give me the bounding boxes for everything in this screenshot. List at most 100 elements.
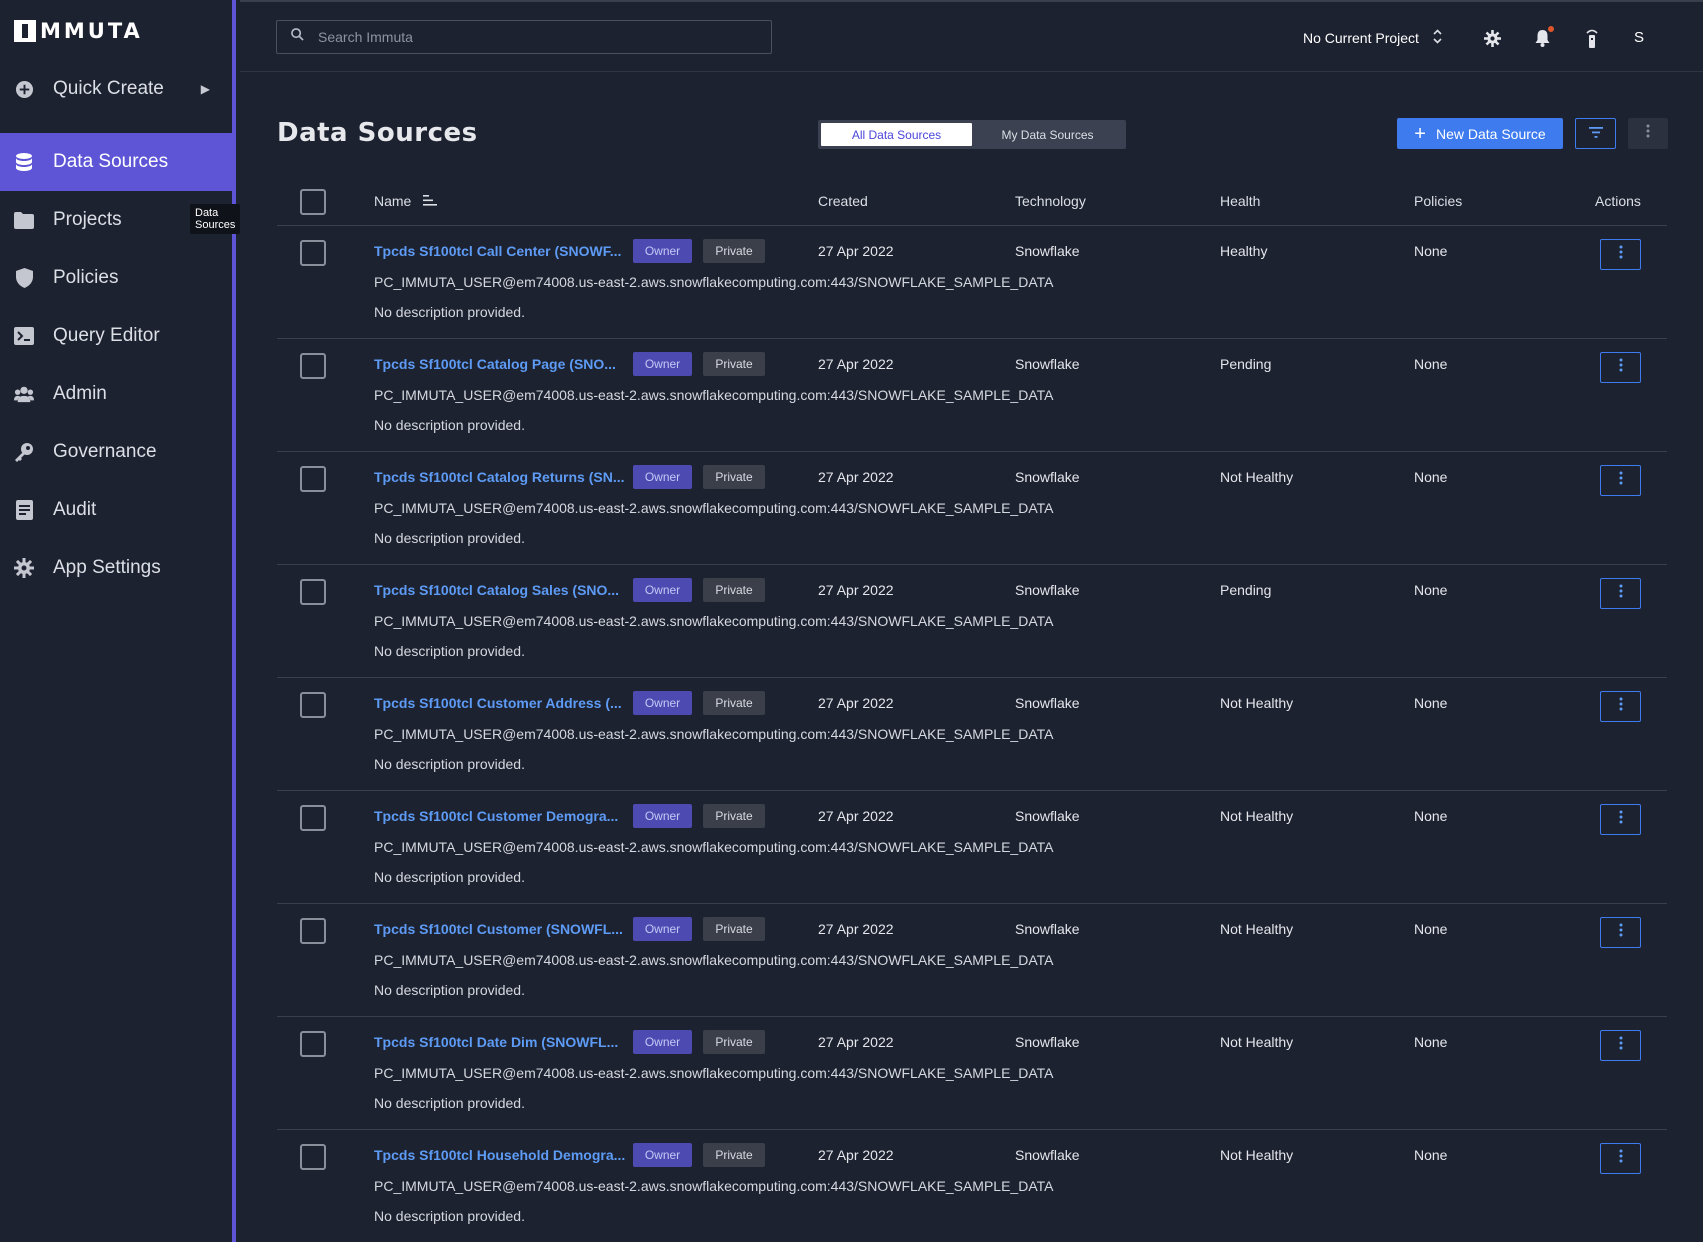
data-source-name-link[interactable]: Tpcds Sf100tcl Catalog Sales (SNO... <box>374 582 619 598</box>
table-row: Tpcds Sf100tcl Catalog Returns (SN... Ow… <box>277 452 1667 565</box>
sidebar-item-label: App Settings <box>53 557 161 578</box>
connection-string: PC_IMMUTA_USER@em74008.us-east-2.aws.sno… <box>374 274 1054 290</box>
owner-badge: Owner <box>633 578 692 602</box>
connection-string: PC_IMMUTA_USER@em74008.us-east-2.aws.sno… <box>374 387 1054 403</box>
description-text: No description provided. <box>374 530 525 546</box>
row-actions-button[interactable] <box>1600 352 1641 383</box>
technology-value: Snowflake <box>1015 921 1080 937</box>
row-checkbox[interactable] <box>300 579 326 605</box>
sidebar-item-label: Data Sources <box>53 151 169 172</box>
vertical-dots-icon <box>1646 124 1650 143</box>
row-actions-button[interactable] <box>1600 1030 1641 1061</box>
health-status: Not Healthy <box>1220 921 1294 937</box>
column-header-created[interactable]: Created <box>818 193 868 209</box>
policies-value: None <box>1414 356 1448 372</box>
users-icon <box>14 384 34 404</box>
row-checkbox[interactable] <box>300 805 326 831</box>
owner-badge: Owner <box>633 1030 692 1054</box>
policies-value: None <box>1414 1034 1448 1050</box>
terminal-icon <box>14 326 34 346</box>
row-checkbox[interactable] <box>300 918 326 944</box>
created-date: 27 Apr 2022 <box>818 1034 894 1050</box>
table-row: Tpcds Sf100tcl Customer Demogra... Owner… <box>277 791 1667 904</box>
search-box[interactable] <box>276 20 772 54</box>
notification-badge <box>1548 26 1554 32</box>
created-date: 27 Apr 2022 <box>818 582 894 598</box>
column-header-technology[interactable]: Technology <box>1015 193 1086 209</box>
database-icon <box>14 152 34 172</box>
sidebar-item-label: Policies <box>53 267 119 288</box>
sidebar-item-query-editor[interactable]: Query Editor <box>0 307 236 365</box>
visibility-badge: Private <box>703 917 765 941</box>
data-source-name-link[interactable]: Tpcds Sf100tcl Catalog Returns (SN... <box>374 469 625 485</box>
owner-badge: Owner <box>633 239 692 263</box>
row-checkbox[interactable] <box>300 353 326 379</box>
row-actions-button[interactable] <box>1600 917 1641 948</box>
search-input[interactable] <box>318 29 758 45</box>
more-options-button[interactable] <box>1628 118 1668 149</box>
settings-gear-icon[interactable] <box>1482 28 1502 48</box>
data-source-name-link[interactable]: Tpcds Sf100tcl Customer (SNOWFL... <box>374 921 623 937</box>
table-row: Tpcds Sf100tcl Call Center (SNOWF... Own… <box>277 226 1667 339</box>
data-source-name-link[interactable]: Tpcds Sf100tcl Customer Demogra... <box>374 808 618 824</box>
select-all-checkbox[interactable] <box>300 189 326 215</box>
row-actions-button[interactable] <box>1600 239 1641 270</box>
data-source-name-link[interactable]: Tpcds Sf100tcl Call Center (SNOWF... <box>374 243 621 259</box>
technology-value: Snowflake <box>1015 469 1080 485</box>
sidebar-item-audit[interactable]: Audit <box>0 481 236 539</box>
immuta-logo[interactable]: MMUTA <box>14 18 143 44</box>
sidebar-item-admin[interactable]: Admin <box>0 365 236 423</box>
technology-value: Snowflake <box>1015 356 1080 372</box>
policies-value: None <box>1414 695 1448 711</box>
column-header-name[interactable]: Name <box>374 193 438 209</box>
notification-bell-icon[interactable] <box>1532 26 1554 48</box>
description-text: No description provided. <box>374 756 525 772</box>
policies-value: None <box>1414 1147 1448 1163</box>
project-label: No Current Project <box>1303 30 1419 46</box>
user-avatar[interactable]: S <box>1634 29 1644 46</box>
chevron-right-icon: ▶ <box>200 82 210 96</box>
row-actions-button[interactable] <box>1600 691 1641 722</box>
sidebar-item-data-sources[interactable]: Data Sources <box>0 133 232 191</box>
column-header-health[interactable]: Health <box>1220 193 1260 209</box>
sidebar-item-policies[interactable]: Policies <box>0 249 236 307</box>
connection-string: PC_IMMUTA_USER@em74008.us-east-2.aws.sno… <box>374 952 1054 968</box>
sidebar-item-app-settings[interactable]: App Settings <box>0 539 236 597</box>
sort-icon[interactable] <box>423 193 438 209</box>
row-actions-button[interactable] <box>1600 465 1641 496</box>
data-source-name-link[interactable]: Tpcds Sf100tcl Household Demogra... <box>374 1147 625 1163</box>
technology-value: Snowflake <box>1015 243 1080 259</box>
sidebar-item-label: Governance <box>53 441 157 462</box>
connection-string: PC_IMMUTA_USER@em74008.us-east-2.aws.sno… <box>374 726 1054 742</box>
tab-my-data-sources[interactable]: My Data Sources <box>972 123 1123 146</box>
health-status: Not Healthy <box>1220 469 1294 485</box>
vertical-dots-icon <box>1619 1149 1623 1168</box>
row-actions-button[interactable] <box>1600 578 1641 609</box>
row-actions-button[interactable] <box>1600 1143 1641 1174</box>
data-source-name-link[interactable]: Tpcds Sf100tcl Date Dim (SNOWFL... <box>374 1034 618 1050</box>
created-date: 27 Apr 2022 <box>818 469 894 485</box>
row-checkbox[interactable] <box>300 1144 326 1170</box>
sidebar-item-governance[interactable]: Governance <box>0 423 236 481</box>
tab-all-data-sources[interactable]: All Data Sources <box>821 123 972 146</box>
row-checkbox[interactable] <box>300 1031 326 1057</box>
data-source-name-link[interactable]: Tpcds Sf100tcl Catalog Page (SNO... <box>374 356 616 372</box>
filter-button[interactable] <box>1575 118 1616 149</box>
row-checkbox[interactable] <box>300 466 326 492</box>
policies-value: None <box>1414 808 1448 824</box>
project-selector[interactable]: No Current Project <box>1303 29 1442 47</box>
column-header-policies[interactable]: Policies <box>1414 193 1462 209</box>
vertical-dots-icon <box>1619 245 1623 264</box>
sidebar: MMUTA Quick Create ▶ Data Sources Data S… <box>0 0 241 1242</box>
signal-tower-icon[interactable] <box>1582 28 1602 48</box>
sidebar-item-label: Admin <box>53 383 107 404</box>
row-checkbox[interactable] <box>300 240 326 266</box>
data-source-name-link[interactable]: Tpcds Sf100tcl Customer Address (... <box>374 695 622 711</box>
policies-value: None <box>1414 582 1448 598</box>
row-checkbox[interactable] <box>300 692 326 718</box>
new-data-source-button[interactable]: + New Data Source <box>1397 118 1563 149</box>
created-date: 27 Apr 2022 <box>818 921 894 937</box>
sidebar-item-quick-create[interactable]: Quick Create ▶ <box>0 60 236 118</box>
row-actions-button[interactable] <box>1600 804 1641 835</box>
sidebar-item-label: Query Editor <box>53 325 160 346</box>
